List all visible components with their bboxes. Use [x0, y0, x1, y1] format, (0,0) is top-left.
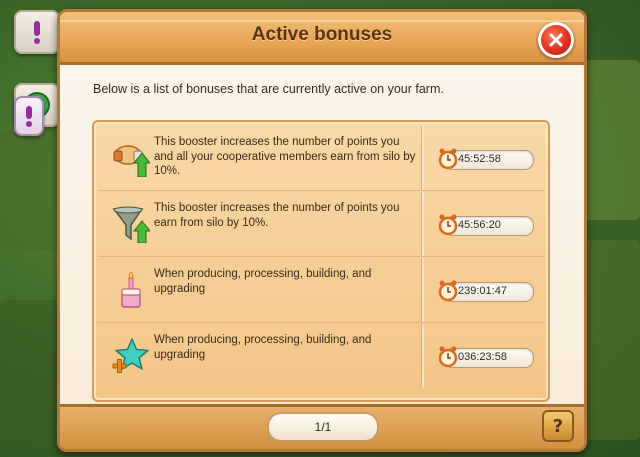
- bonus-row: This booster increases the number of poi…: [98, 192, 544, 257]
- timer-value: 239:01:47: [458, 285, 507, 297]
- bonus-row: When producing, processing, building, an…: [98, 258, 544, 323]
- exclamation-icon: [26, 106, 32, 127]
- alarm-clock-icon: [438, 214, 458, 236]
- bonus-timer: 036:23:58: [438, 346, 534, 368]
- window-body: Below is a list of bonuses that are curr…: [60, 65, 584, 407]
- background-field: [582, 60, 640, 220]
- bonus-timer: 45:56:20: [438, 214, 534, 236]
- alarm-clock-icon: [438, 148, 458, 170]
- row-divider: [421, 192, 424, 256]
- active-bonuses-window: Active bonuses Below is a list of bonuse…: [57, 9, 587, 452]
- bonus-row: When producing, processing, building, an…: [98, 324, 544, 388]
- background-field: [0, 130, 60, 250]
- side-alert-tab[interactable]: [14, 10, 60, 54]
- close-icon: [549, 33, 563, 47]
- description-text: Below is a list of bonuses that are curr…: [93, 82, 444, 96]
- bonus-description: This booster increases the number of poi…: [154, 202, 400, 229]
- help-button[interactable]: ?: [542, 410, 574, 442]
- bonus-timer: 45:52:58: [438, 148, 534, 170]
- window-header: Active bonuses: [60, 12, 584, 65]
- star-plus-icon: [112, 338, 149, 373]
- timer-value: 036:23:58: [458, 351, 507, 363]
- pagination-indicator: 1/1: [267, 412, 379, 442]
- bonus-timer: 239:01:47: [438, 280, 534, 302]
- background-field: [582, 240, 640, 440]
- funnel-booster-icon: [112, 206, 150, 243]
- bonus-description: When producing, processing, building, an…: [154, 334, 372, 361]
- row-divider: [421, 324, 424, 388]
- bonus-description: This booster increases the number of poi…: [154, 136, 416, 177]
- bonus-list: This booster increases the number of poi…: [92, 120, 550, 402]
- alarm-clock-icon: [438, 280, 458, 302]
- close-button[interactable]: [538, 22, 574, 58]
- window-title: Active bonuses: [251, 24, 393, 45]
- row-divider: [421, 258, 424, 322]
- timer-value: 45:52:58: [458, 153, 501, 165]
- bonus-description: When producing, processing, building, an…: [154, 268, 372, 295]
- exclamation-icon: [34, 21, 40, 44]
- birthday-cake-icon: [121, 271, 141, 308]
- timer-value: 45:56:20: [458, 219, 501, 231]
- window-footer: 1/1 ?: [60, 404, 584, 449]
- background-field: [0, 300, 60, 450]
- handshake-booster-icon: [113, 145, 150, 177]
- row-divider: [421, 126, 424, 190]
- question-icon: ?: [552, 415, 564, 437]
- alarm-clock-icon: [438, 346, 458, 368]
- bonus-row: This booster increases the number of poi…: [98, 126, 544, 191]
- side-alert-tab[interactable]: [14, 96, 44, 136]
